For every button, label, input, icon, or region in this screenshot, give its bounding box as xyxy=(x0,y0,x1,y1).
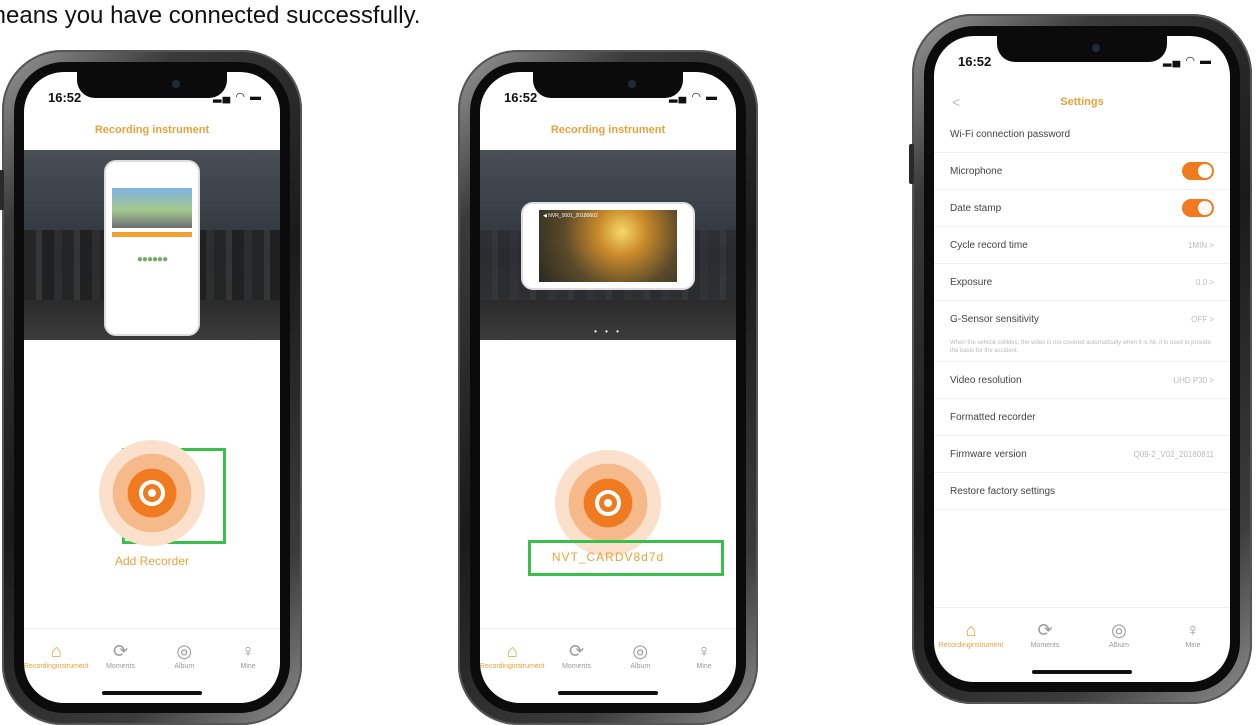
settings-list: Wi-Fi connection password Microphone Dat… xyxy=(934,116,1230,510)
phone-screen: 16:52 ▂▄ ◠ ▬ < Settings Wi-Fi connection… xyxy=(934,36,1230,682)
tab-moments[interactable]: ⟳ Moments xyxy=(1008,608,1082,662)
phone-mockup-settings: 16:52 ▂▄ ◠ ▬ < Settings Wi-Fi connection… xyxy=(909,14,1252,704)
tab-recording-instrument[interactable]: ⌂ Recordinginstrument xyxy=(934,608,1008,662)
album-icon: ◎ xyxy=(176,641,193,661)
setting-restore-factory[interactable]: Restore factory settings xyxy=(934,473,1230,510)
person-icon: ♀ xyxy=(241,641,255,661)
setting-cycle-record-time[interactable]: Cycle record time 1MIN > xyxy=(934,227,1230,264)
setting-firmware-version: Firmware version Q09-2_V02_20180811 xyxy=(934,436,1230,473)
tab-mine[interactable]: ♀ Mine xyxy=(1156,608,1230,662)
date-stamp-toggle[interactable] xyxy=(1182,199,1214,217)
camera-icon xyxy=(139,480,165,506)
microphone-toggle[interactable] xyxy=(1182,162,1214,180)
tab-bar: ⌂ Recordinginstrument ⟳ Moments ◎ Album ♀ Mi… xyxy=(480,628,736,683)
intro-banner[interactable]: ◀ NVR_0001_20180602 • • • xyxy=(480,150,736,340)
album-icon: ◎ xyxy=(632,641,649,661)
setting-exposure[interactable]: Exposure 0.0 > xyxy=(934,264,1230,301)
status-time: 16:52 xyxy=(504,90,538,105)
tab-bar: ⌂ Recordinginstrument ⟳ Moments ◎ Album ♀ Mi… xyxy=(24,628,280,683)
sync-icon: ⟳ xyxy=(568,641,585,661)
setting-date-stamp: Date stamp xyxy=(934,190,1230,227)
tab-mine[interactable]: ♀ Mine xyxy=(216,629,280,683)
device-ssid-label[interactable]: NVT_CARDV8d7d xyxy=(480,550,736,564)
setting-microphone: Microphone xyxy=(934,153,1230,190)
video-preview-image: ◀ NVR_0001_20180602 xyxy=(521,202,695,290)
camera-icon xyxy=(595,490,621,516)
album-icon: ◎ xyxy=(1111,620,1127,640)
phone-mockup-add-recorder: 16:52 ▂▄ ◠ ▬ Recording instrument ●●●●●●… xyxy=(0,50,302,725)
person-icon: ♀ xyxy=(697,641,711,661)
phone-mockup-connected: 16:52 ▂▄ ◠ ▬ Recording instrument ◀ NVR_… xyxy=(458,50,758,725)
tab-bar: ⌂ Recordinginstrument ⟳ Moments ◎ Album ♀ Mi… xyxy=(934,607,1230,662)
tab-album[interactable]: ◎ Album xyxy=(608,629,672,683)
setting-wifi-password[interactable]: Wi-Fi connection password xyxy=(934,116,1230,153)
tab-recording-instrument[interactable]: ⌂ Recordinginstrument xyxy=(480,629,545,683)
status-icons: ▂▄ ◠ ▬ xyxy=(213,91,262,103)
dashcam-icon: ⌂ xyxy=(50,641,62,661)
status-time: 16:52 xyxy=(48,90,82,105)
setting-g-sensor[interactable]: G-Sensor sensitivity OFF > xyxy=(934,301,1230,337)
sync-icon: ⟳ xyxy=(112,641,129,661)
status-icons: ▂▄ ◠ ▬ xyxy=(1163,55,1212,67)
home-indicator xyxy=(558,691,658,695)
caption-text: means you have connected successfully. xyxy=(0,2,421,29)
home-indicator xyxy=(102,691,202,695)
app-title: Recording instrument xyxy=(550,124,666,136)
dashcam-icon: ⌂ xyxy=(506,641,518,661)
add-recorder-label[interactable]: Add Recorder xyxy=(24,554,280,568)
app-preview-image: ●●●●●● xyxy=(104,160,200,336)
status-icons: ▂▄ ◠ ▬ xyxy=(669,91,718,103)
phone-screen: 16:52 ▂▄ ◠ ▬ Recording instrument ●●●●●●… xyxy=(24,72,280,703)
setting-video-resolution[interactable]: Video resolution UHD P30 > xyxy=(934,362,1230,399)
person-icon: ♀ xyxy=(1186,620,1200,640)
home-indicator xyxy=(1032,670,1132,674)
tab-album[interactable]: ◎ Album xyxy=(152,629,216,683)
tab-recording-instrument[interactable]: ⌂ Recordinginstrument xyxy=(24,629,89,683)
carousel-dots[interactable]: • • • xyxy=(24,327,280,336)
carousel-dots[interactable]: • • • xyxy=(480,327,736,336)
app-title: Recording instrument xyxy=(94,124,210,136)
tab-album[interactable]: ◎ Album xyxy=(1082,608,1156,662)
add-recorder-button[interactable] xyxy=(99,440,205,546)
setting-format-recorder[interactable]: Formatted recorder xyxy=(934,399,1230,436)
tab-mine[interactable]: ♀ Mine xyxy=(672,629,736,683)
tab-moments[interactable]: ⟳ Moments xyxy=(545,629,609,683)
g-sensor-note: When the vehicle collides, the video is … xyxy=(934,337,1230,362)
sync-icon: ⟳ xyxy=(1037,620,1053,640)
dashcam-icon: ⌂ xyxy=(965,620,977,640)
phone-screen: 16:52 ▂▄ ◠ ▬ Recording instrument ◀ NVR_… xyxy=(480,72,736,703)
status-time: 16:52 xyxy=(958,54,992,69)
intro-banner[interactable]: ●●●●●● • • • xyxy=(24,150,280,340)
settings-title: Settings xyxy=(1060,96,1104,108)
tab-moments[interactable]: ⟳ Moments xyxy=(89,629,153,683)
